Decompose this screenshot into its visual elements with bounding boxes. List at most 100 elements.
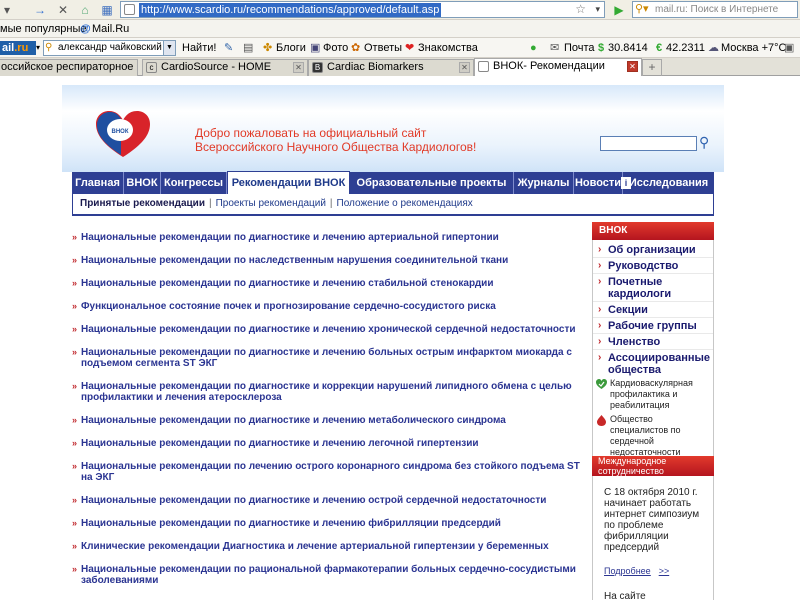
arrow-bullet-icon: » [72, 278, 78, 288]
usd-rate[interactable]: 30.8414 [608, 38, 648, 58]
tab-strip: оссийское респираторное ... c CardioSour… [0, 58, 800, 76]
menu-recommendations[interactable]: Рекомендации ВНОК [227, 171, 350, 194]
menu-research[interactable]: Исследования [623, 172, 714, 194]
menu-educational-projects[interactable]: Образовательные проекты [350, 172, 514, 194]
sidebar-item-associated[interactable]: › Ассоциированные общества [593, 352, 713, 376]
mail-link[interactable]: Почта [564, 38, 595, 58]
mailru-search-input[interactable]: ⚲ александр чайковский ▼ [43, 40, 176, 56]
tab-cardiac-biomarkers[interactable]: B Cardiac Biomarkers ✕ [308, 59, 474, 76]
close-tab-icon[interactable]: ✕ [293, 62, 304, 73]
sidebar-item-honorary[interactable]: › Почетные кардиологи [593, 276, 713, 302]
web-search-box[interactable]: ⚲▾ mail.ru: Поиск в Интернете [632, 1, 798, 18]
tab-title: Cardiac Biomarkers [327, 61, 424, 73]
arrow-bullet-icon: » [72, 232, 78, 242]
recommendation-link[interactable]: » Национальные рекомендации по диагностик… [72, 347, 584, 369]
mailru-logo[interactable]: ail.ru [0, 41, 36, 55]
tab-title: ВНОК- Рекомендации [493, 60, 605, 72]
recommendation-link[interactable]: » Национальные рекомендации по диагностик… [72, 415, 584, 426]
recommendation-link[interactable]: » Функциональное состояние почек и прогно… [72, 301, 584, 312]
sidebar-item-leadership[interactable]: › Руководство [593, 260, 713, 274]
eur-rate[interactable]: 42.2311 [666, 38, 705, 58]
menu-journals[interactable]: Журналы [514, 172, 574, 194]
recommendation-link[interactable]: » Национальные рекомендации по диагностик… [72, 381, 584, 403]
sidebar-item-working-groups[interactable]: › Рабочие группы [593, 320, 713, 334]
menu-news[interactable]: Новости [574, 172, 623, 194]
menu-congresses[interactable]: Конгрессы [161, 172, 227, 194]
recommendation-link[interactable]: » Национальные рекомендации по наследстве… [72, 255, 584, 266]
sidebar-subitem-heart-failure[interactable]: Общество специалистов по сердечной недос… [593, 414, 713, 458]
bookmarks-grid-icon[interactable]: ▦ [100, 2, 114, 18]
bookmark-star-icon[interactable]: ☆ [575, 2, 586, 17]
tab-cardiosource[interactable]: c CardioSource - HOME ✕ [142, 59, 308, 76]
site-search-magnifier-icon[interactable]: ⚲ [699, 134, 709, 151]
forward-icon[interactable]: → [33, 2, 47, 18]
recommendation-link[interactable]: » Национальные рекомендации по диагностик… [72, 495, 584, 506]
recommendation-link[interactable]: » Клинические рекомендации Диагностика и … [72, 541, 584, 552]
address-bar[interactable]: http://www.scardio.ru/recommendations/ap… [120, 1, 605, 18]
recommendation-link[interactable]: » Национальные рекомендации по диагностик… [72, 232, 584, 243]
vnok-heart-logo[interactable]: ВНОК [94, 109, 152, 159]
sidebar-item-sections[interactable]: › Секции [593, 304, 713, 318]
search-icon: ⚲ [45, 42, 53, 53]
submenu-regulation[interactable]: Положение о рекомендациях [337, 198, 473, 209]
submenu-drafts[interactable]: Проекты рекомендаций [216, 198, 326, 209]
mailru-find-button[interactable]: Найти! [182, 38, 216, 58]
biomarkers-favicon-icon: B [312, 62, 323, 73]
link-blogs[interactable]: Блоги [276, 38, 306, 58]
arrow-bullet-icon: » [72, 255, 78, 265]
recommendation-link[interactable]: » Национальные рекомендации по диагностик… [72, 278, 584, 289]
recommendation-link[interactable]: » Национальные рекомендации по рациональн… [72, 564, 584, 586]
welcome-line-1: Добро пожаловать на официальный сайт [195, 126, 427, 140]
euro-icon: € [656, 42, 663, 54]
sidebar-item-about[interactable]: › Об организации [593, 244, 713, 258]
link-answers[interactable]: Ответы [364, 38, 402, 58]
arrow-bullet-icon: » [72, 495, 78, 505]
sidebar-subitem-prevention[interactable]: Кардиоваскулярная профилактика и реабили… [593, 378, 713, 411]
mail-icon: ✉ [550, 42, 560, 54]
dollar-icon: $ [598, 42, 605, 54]
more-arrows[interactable]: >> [659, 566, 670, 576]
international-more[interactable]: Подробнее >> [604, 566, 708, 577]
menu-home[interactable]: Главная [72, 172, 124, 194]
back-dropdown-icon[interactable]: ▾ [0, 2, 14, 18]
close-tab-icon[interactable]: ✕ [459, 62, 470, 73]
recommendation-link[interactable]: » Национальные рекомендации по диагностик… [72, 438, 584, 449]
recommendation-link[interactable]: » Национальные рекомендации по диагностик… [72, 518, 584, 529]
international-text: С 18 октября 2010 г. начинает работать и… [604, 487, 700, 553]
search-provider-icon[interactable]: ⚲▾ [635, 2, 649, 17]
toolbar-options-icon[interactable]: ▣ [784, 38, 794, 58]
url-dropdown-icon[interactable]: ▾ [595, 2, 600, 17]
bookmark-popular[interactable]: мые популярные [0, 20, 87, 38]
home-icon[interactable]: ⌂ [78, 2, 92, 18]
url-text[interactable]: http://www.scardio.ru/recommendations/ap… [139, 3, 442, 17]
arrow-bullet-icon: » [72, 347, 78, 357]
submenu-approved[interactable]: Принятые рекомендации [80, 198, 205, 209]
mailru-menu-dropdown-icon[interactable]: ▾ [36, 38, 40, 58]
recommendation-link[interactable]: » Национальные рекомендации по диагностик… [72, 324, 584, 335]
link-photo[interactable]: Фото [323, 38, 348, 58]
link-dating[interactable]: Знакомства [418, 38, 478, 58]
mailru-search-dropdown-icon[interactable]: ▼ [163, 41, 175, 55]
answers-icon: ✿ [351, 42, 361, 54]
edit-icon[interactable]: ▤ [243, 38, 253, 58]
stop-icon[interactable]: ✕ [56, 2, 70, 18]
new-tab-button[interactable]: + [642, 59, 662, 76]
arrow-bullet-icon: » [72, 541, 78, 551]
chat-icon[interactable]: ● [530, 38, 537, 58]
info-icon[interactable]: i [621, 177, 631, 189]
favicon-icon [124, 4, 135, 15]
recommendation-link[interactable]: » Национальные рекомендации по лечению ос… [72, 461, 584, 483]
close-tab-icon[interactable]: ✕ [627, 61, 638, 72]
tab-respiratory[interactable]: оссийское респираторное ... [0, 59, 138, 76]
site-search-input[interactable] [600, 136, 697, 151]
menu-vnok[interactable]: ВНОК [124, 172, 161, 194]
pencil-icon[interactable]: ✎ [224, 38, 233, 58]
sidebar-item-membership[interactable]: › Членство [593, 336, 713, 350]
bookmark-mailru[interactable]: Mail.Ru [92, 20, 129, 38]
tab-vnok-recommendations[interactable]: ВНОК- Рекомендации ✕ [474, 58, 642, 76]
welcome-text: Добро пожаловать на официальный сайт Все… [195, 126, 495, 154]
more-link[interactable]: Подробнее [604, 566, 651, 576]
recommendations-list: » Национальные рекомендации по диагностик… [72, 232, 584, 598]
go-icon[interactable]: ▶ [612, 2, 626, 18]
weather-text[interactable]: Москва +7°С [721, 38, 787, 58]
